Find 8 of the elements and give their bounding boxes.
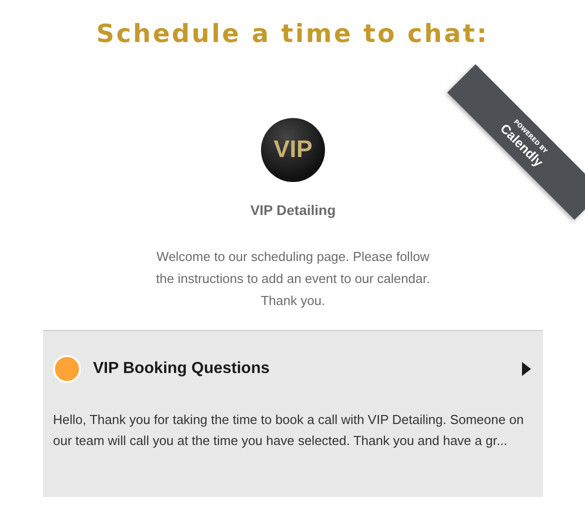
event-description: Hello, Thank you for taking the time to book a call with VIP Detailing. Someone on our team will call you at the time you have selected. Thank you and have a gr... (53, 411, 525, 450)
page-heading: Schedule a time to chat: (95, 18, 490, 48)
company-name: VIP Detailing (250, 202, 336, 218)
welcome-message: Welcome to our scheduling page. Please follow the instructions to add an event to our calendar. Thank you. (155, 248, 431, 310)
logo: VIP (261, 118, 325, 182)
arrow-icon (522, 362, 531, 376)
event-name: VIP Booking Questions (93, 360, 270, 378)
event-type-card[interactable]: VIP Booking Questions Hello, Thank you for taking the time to book a call with VIP Detailing. Someone on our team will call you at the time you have selected. Thank you and have a gr... (43, 330, 543, 497)
